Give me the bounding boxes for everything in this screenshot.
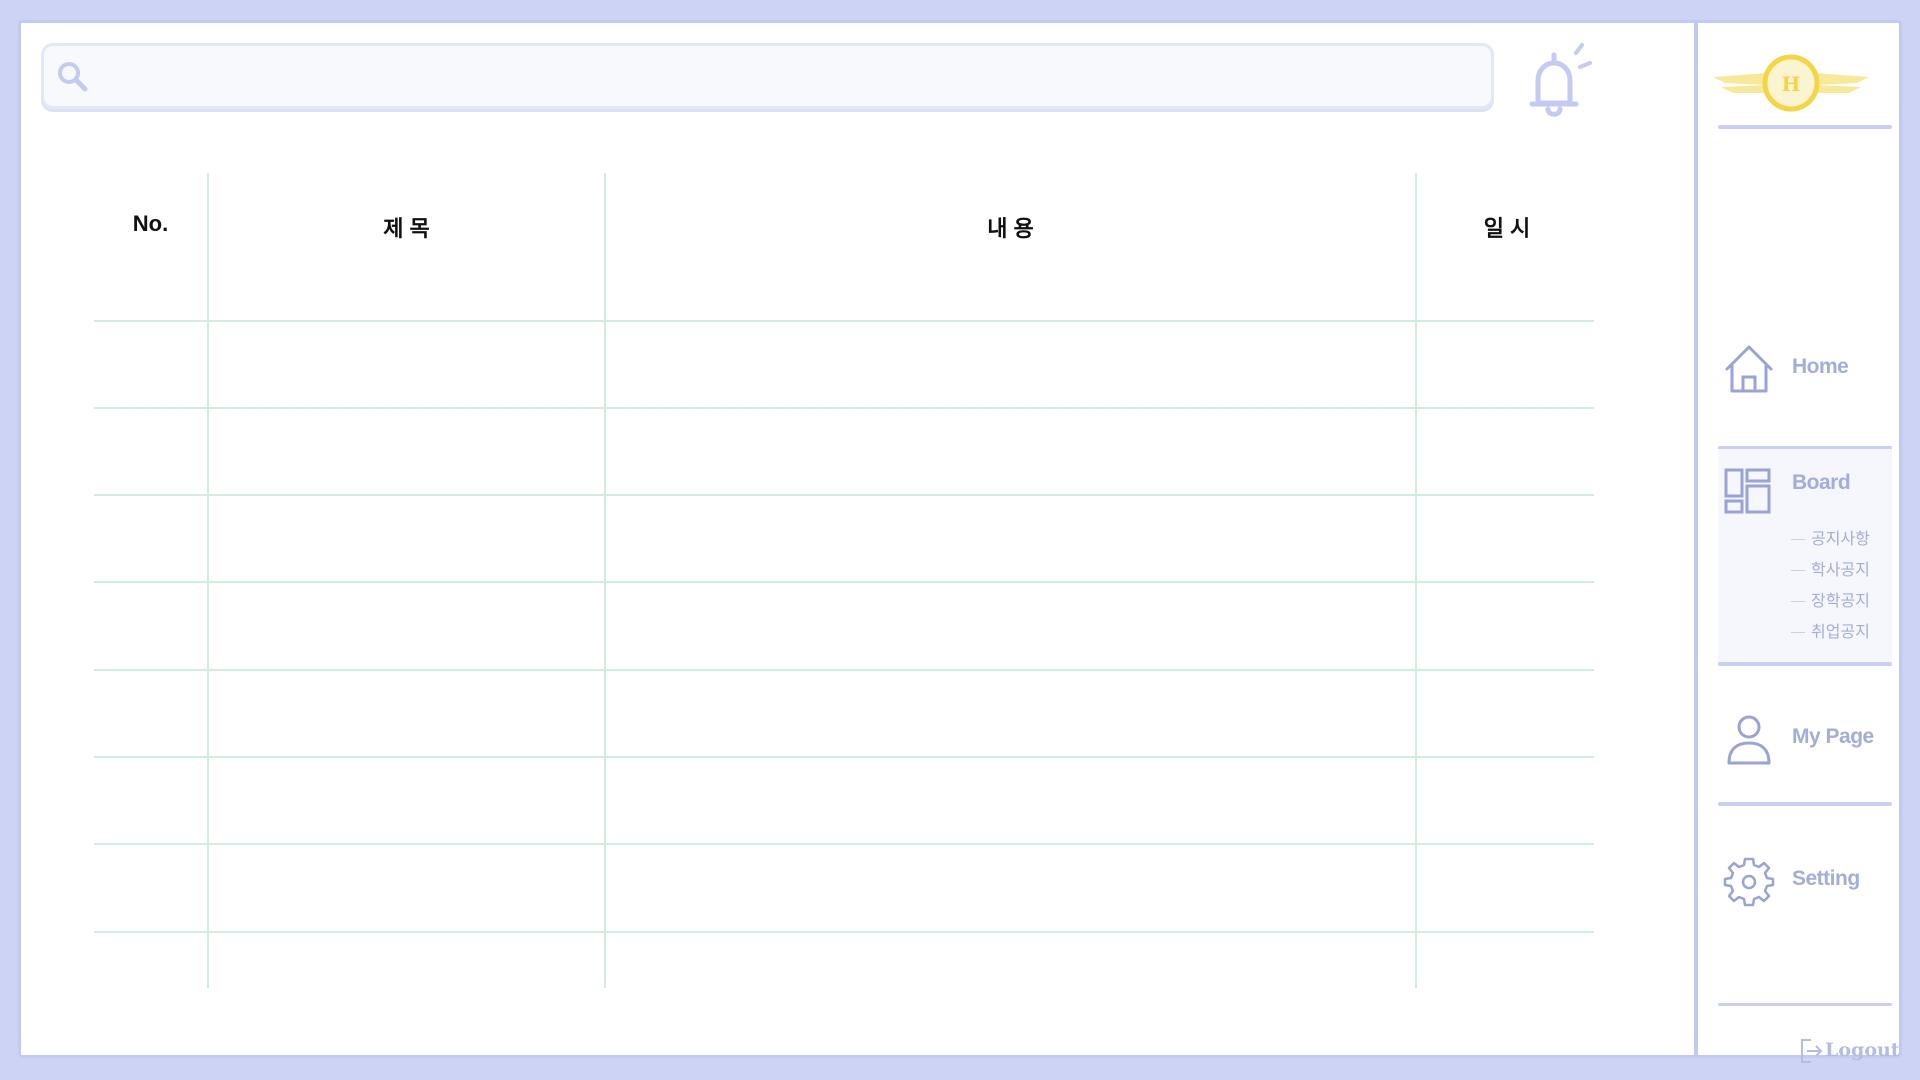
search-input[interactable]: [104, 56, 1478, 98]
header-content: 내 용: [987, 216, 1034, 241]
divider: [1718, 1003, 1892, 1006]
nav-board[interactable]: Board: [1721, 453, 1891, 523]
table-row[interactable]: [94, 756, 1594, 758]
table-row[interactable]: [94, 407, 1594, 409]
board-sub-academic[interactable]: 학사공지: [1791, 556, 1870, 580]
table-row[interactable]: [94, 494, 1594, 496]
dash: [1791, 539, 1805, 541]
logout-icon: [1801, 1039, 1823, 1063]
header-no: No.: [132, 211, 169, 236]
table-row[interactable]: [94, 320, 1594, 322]
gear-icon: [1723, 857, 1775, 907]
nav-setting-label: Setting: [1792, 867, 1860, 890]
search-icon[interactable]: [54, 58, 90, 94]
notice-table: No. 제 목 내 용 일 시: [94, 173, 1594, 988]
dash: [1791, 632, 1805, 634]
board-icon: [1724, 468, 1771, 514]
header-title: 제 목: [383, 216, 430, 241]
logout-button[interactable]: Logout: [1799, 1035, 1909, 1067]
table-row[interactable]: [94, 669, 1594, 671]
logo-letter: H: [1782, 72, 1801, 96]
board-sub-employment[interactable]: 취업공지: [1791, 618, 1870, 642]
bell-icon[interactable]: [1516, 43, 1596, 123]
nav-mypage[interactable]: My Page: [1721, 701, 1891, 771]
app-frame: No. 제 목 내 용 일 시 H Home Board 공지사항 학사공지 장…: [18, 20, 1902, 1063]
divider: [1718, 125, 1892, 129]
board-sub-label: 학사공지: [1811, 562, 1870, 579]
divider: [1718, 802, 1892, 806]
divider: [1718, 662, 1892, 666]
search-bar[interactable]: [41, 43, 1494, 109]
home-icon: [1725, 345, 1773, 393]
header-datetime: 일 시: [1483, 216, 1531, 241]
board-sub-scholarship[interactable]: 장학공지: [1791, 587, 1870, 611]
table-row[interactable]: [94, 931, 1594, 933]
board-sub-label: 공지사항: [1811, 531, 1870, 548]
table-row[interactable]: [94, 843, 1594, 845]
nav-board-label: Board: [1792, 471, 1851, 494]
logout-label: Logout: [1825, 1039, 1900, 1061]
dash: [1791, 601, 1805, 603]
table-row[interactable]: [94, 581, 1594, 583]
board-sub-label: 취업공지: [1811, 624, 1870, 641]
nav-mypage-label: My Page: [1792, 725, 1874, 748]
nav-home[interactable]: Home: [1721, 331, 1891, 401]
nav-setting[interactable]: Setting: [1721, 843, 1891, 913]
board-sub-notice[interactable]: 공지사항: [1791, 525, 1870, 549]
nav-home-label: Home: [1792, 355, 1849, 378]
board-sub-label: 장학공지: [1811, 593, 1870, 610]
user-icon: [1727, 715, 1771, 765]
logo-icon: H: [1713, 54, 1869, 112]
sidebar-divider: [1694, 23, 1698, 1055]
dash: [1791, 570, 1805, 572]
